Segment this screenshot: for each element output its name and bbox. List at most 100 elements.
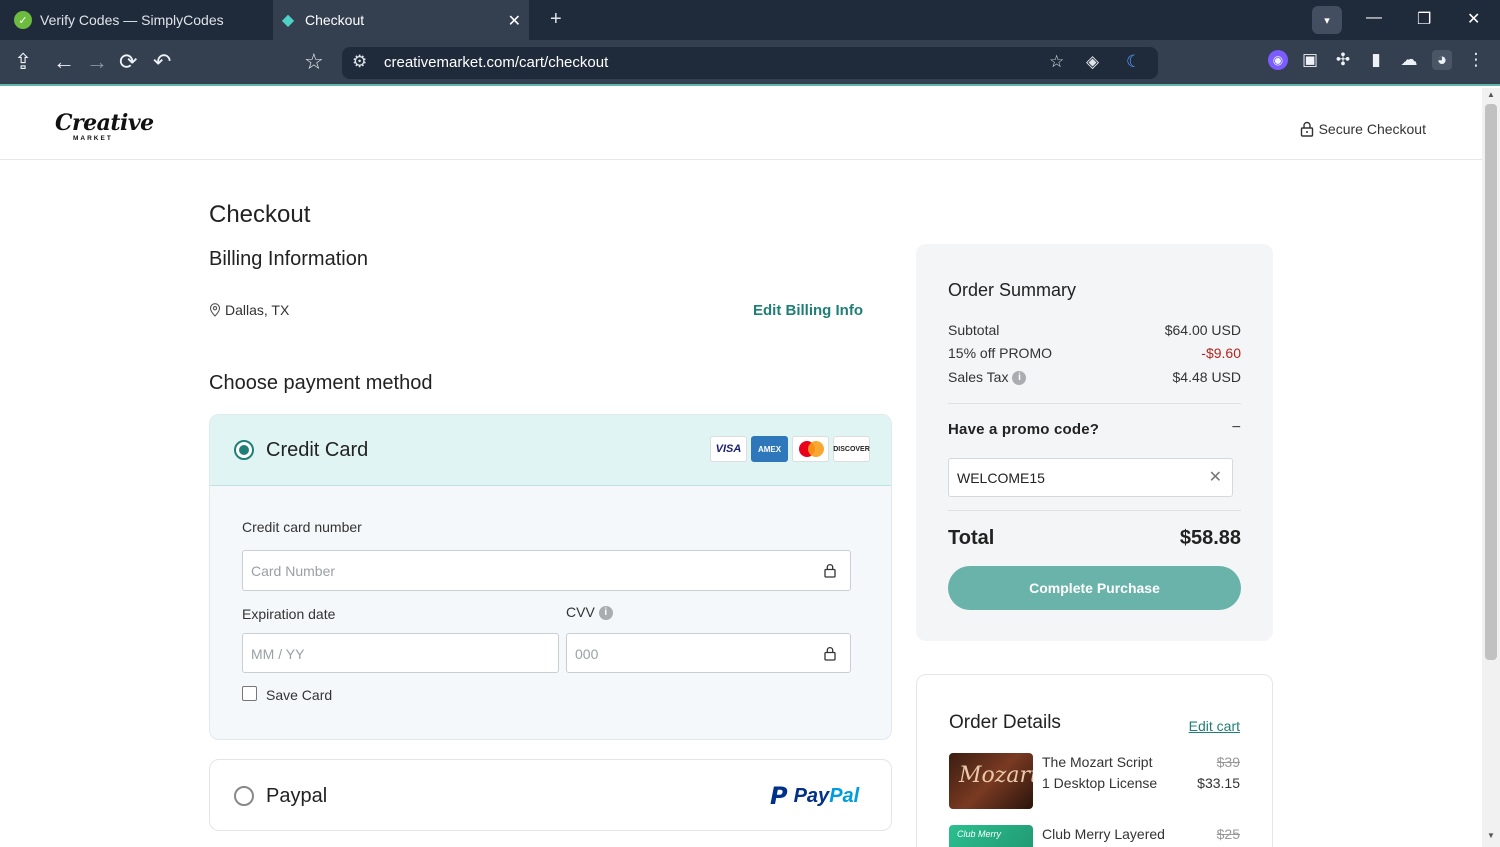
item-original-price: $25	[1216, 826, 1240, 842]
credit-card-label[interactable]: Credit Card	[266, 439, 368, 462]
promo-code-value: WELCOME15	[957, 470, 1045, 486]
paypal-label[interactable]: Paypal	[266, 785, 327, 808]
visa-logo-icon: VISA	[710, 436, 747, 462]
tab-verify-codes[interactable]: ✓ Verify Codes — SimplyCodes	[0, 0, 270, 40]
minimize-icon[interactable]: —	[1366, 9, 1382, 27]
tab-checkout[interactable]: ◆ Checkout ✕	[273, 0, 529, 40]
mastercard-logo-icon	[792, 436, 829, 462]
paypal-logo: P PayPal	[770, 782, 859, 810]
thumbnail-text: Mozart	[959, 763, 1033, 788]
credit-card-option[interactable]: Credit Card VISA AMEX DISCOVER	[210, 415, 891, 486]
product-thumbnail[interactable]: Club Merry	[949, 825, 1033, 847]
clear-promo-icon[interactable]: ✕	[1209, 467, 1222, 487]
creative-market-logo[interactable]: Creative MARKET	[55, 110, 154, 142]
extension-purple-icon[interactable]: ◉	[1268, 50, 1288, 70]
amex-logo-icon: AMEX	[751, 436, 788, 462]
sales-tax-row: Sales Tax i $4.48 USD	[948, 369, 1241, 386]
item-license: 1 Desktop License	[1042, 775, 1158, 791]
back-icon[interactable]: ←	[53, 49, 75, 75]
order-summary-panel: Order Summary Subtotal $64.00 USD 15% of…	[916, 244, 1273, 641]
tab-search-icon[interactable]: ▾	[1312, 6, 1342, 34]
promo-code-question[interactable]: Have a promo code?	[948, 421, 1099, 438]
total-value: $58.88	[1179, 527, 1241, 549]
url-text[interactable]: creativemarket.com/cart/checkout	[384, 54, 608, 71]
edit-cart-link[interactable]: Edit cart	[1189, 718, 1240, 734]
menu-kebab-icon[interactable]: ⋮	[1466, 50, 1486, 70]
paypal-option[interactable]: Paypal P PayPal	[209, 759, 892, 831]
item-original-price: $39	[1216, 754, 1240, 770]
payment-method-heading: Choose payment method	[209, 372, 433, 394]
side-panel-icon[interactable]: ▮	[1366, 50, 1386, 70]
order-details-panel: Order Details Edit cart Mozart The Mozar…	[916, 674, 1273, 847]
save-card-label[interactable]: Save Card	[266, 687, 332, 703]
discover-logo-icon: DISCOVER	[833, 436, 870, 462]
cvv-input[interactable]: 000	[566, 633, 851, 673]
extensions-puzzle-icon[interactable]: ✣	[1333, 50, 1353, 70]
expiry-placeholder: MM / YY	[251, 646, 305, 662]
location-text: Dallas, TX	[225, 302, 290, 318]
promo-discount-label: 15% off PROMO	[948, 345, 1053, 361]
sales-tax-label: Sales Tax	[948, 369, 1009, 385]
divider	[948, 403, 1241, 404]
collapse-promo-icon[interactable]: −	[1232, 419, 1241, 437]
new-tab-icon[interactable]: +	[550, 8, 562, 31]
sales-tax-value: $4.48 USD	[1172, 369, 1241, 385]
close-window-icon[interactable]: ✕	[1467, 9, 1480, 29]
restore-window-icon[interactable]: ❐	[1417, 9, 1431, 29]
scroll-thumb[interactable]	[1485, 104, 1497, 660]
profile-avatar-icon[interactable]: ◕	[1432, 50, 1452, 70]
cvv-label-wrap: CVV i	[566, 604, 613, 621]
cvv-placeholder: 000	[575, 646, 599, 662]
subtotal-row: Subtotal $64.00 USD	[948, 322, 1241, 338]
cloud-upload-icon[interactable]: ☁	[1399, 50, 1419, 70]
edit-billing-info-link[interactable]: Edit Billing Info	[753, 302, 863, 319]
subtotal-value: $64.00 USD	[1164, 322, 1241, 338]
promo-code-input[interactable]: WELCOME15 ✕	[948, 458, 1233, 497]
save-card-checkbox[interactable]	[242, 686, 257, 701]
divider	[948, 510, 1241, 511]
browser-tab-bar: ✓ Verify Codes — SimplyCodes ◆ Checkout …	[0, 0, 1500, 40]
subtotal-label: Subtotal	[948, 322, 1000, 338]
close-tab-icon[interactable]: ✕	[508, 11, 521, 31]
item-discounted-price: $33.15	[1197, 775, 1240, 791]
bookmark-star-icon[interactable]: ☆	[304, 49, 324, 75]
credit-card-panel: Credit Card VISA AMEX DISCOVER Credit ca…	[209, 414, 892, 740]
expiry-input[interactable]: MM / YY	[242, 633, 559, 673]
paypal-radio[interactable]	[234, 786, 254, 806]
dark-mode-icon[interactable]: ☾	[1126, 52, 1141, 72]
lock-icon	[824, 647, 836, 661]
product-thumbnail[interactable]: Mozart	[949, 753, 1033, 809]
item-name: Club Merry Layered	[1042, 826, 1165, 842]
site-header: Creative MARKET Secure Checkout	[0, 88, 1482, 160]
site-settings-icon[interactable]: ⚙	[352, 52, 367, 72]
scroll-down-icon[interactable]: ▼	[1487, 831, 1495, 840]
order-details-title: Order Details	[949, 712, 1061, 733]
bookmark-icon[interactable]: ☆	[1049, 52, 1064, 72]
card-number-label: Credit card number	[242, 519, 362, 535]
info-icon[interactable]: i	[598, 606, 613, 621]
undo-icon[interactable]: ↶	[153, 49, 171, 75]
info-icon[interactable]: i	[1012, 371, 1027, 386]
tab-title: Verify Codes — SimplyCodes	[40, 12, 224, 28]
card-number-input[interactable]: Card Number	[242, 550, 851, 591]
cvv-label: CVV	[566, 604, 595, 620]
location-pin-icon	[209, 303, 221, 317]
secure-checkout-label: Secure Checkout	[1318, 121, 1426, 137]
item-name: The Mozart Script	[1042, 754, 1153, 770]
page-scrollbar[interactable]: ▲ ▼	[1482, 88, 1500, 847]
upload-icon[interactable]: ⇪	[14, 49, 32, 75]
paypal-mark-icon: P	[770, 782, 788, 810]
scroll-up-icon[interactable]: ▲	[1487, 90, 1495, 99]
lock-icon	[824, 564, 836, 578]
simplycodes-favicon-icon: ✓	[14, 11, 32, 29]
layers-extension-icon[interactable]: ◈	[1086, 52, 1099, 72]
complete-purchase-button[interactable]: Complete Purchase	[948, 566, 1241, 610]
credit-card-radio[interactable]	[234, 440, 254, 460]
total-label: Total	[948, 527, 995, 549]
address-bar[interactable]: ⚙ creativemarket.com/cart/checkout ☆ ◈ ☾	[342, 47, 1158, 79]
reload-icon[interactable]: ⟳	[119, 49, 137, 75]
extension-code-icon[interactable]: ▣	[1300, 50, 1320, 70]
lock-icon	[1300, 121, 1313, 137]
forward-icon[interactable]: →	[86, 49, 108, 75]
promo-discount-row: 15% off PROMO -$9.60	[948, 345, 1241, 361]
